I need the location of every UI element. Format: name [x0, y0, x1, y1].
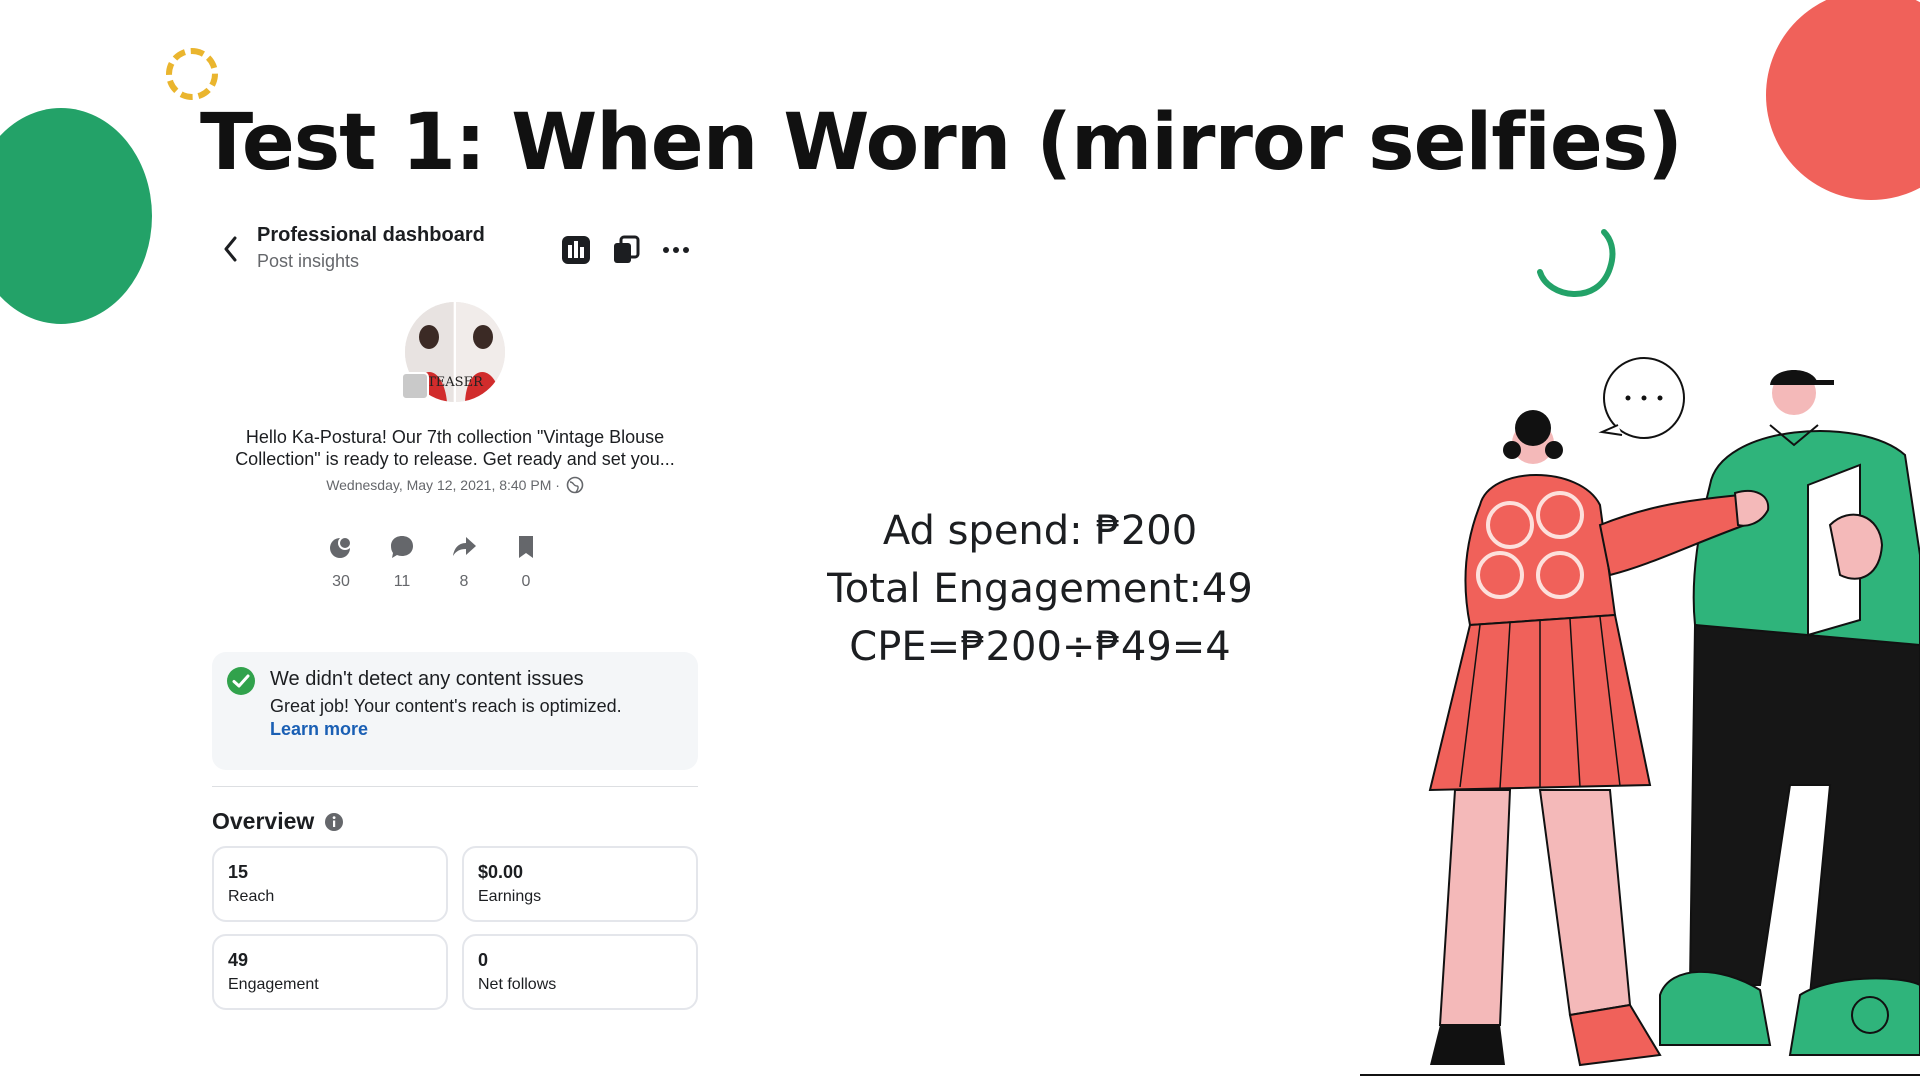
stat-reactions-value: 30: [332, 573, 350, 590]
post-caption: Hello Ka-Postura! Our 7th collection "Vi…: [210, 426, 700, 470]
engagement-value: 49: [228, 950, 249, 970]
stat-shares: 8: [434, 534, 494, 591]
bookmark-icon: [519, 536, 533, 558]
overview-card-earnings[interactable]: $0.00 Earnings: [462, 846, 698, 922]
back-chevron-icon[interactable]: [214, 232, 248, 266]
overview-card-reach[interactable]: 15 Reach: [212, 846, 448, 922]
info-icon[interactable]: [324, 812, 344, 832]
overview-heading: Overview: [212, 808, 344, 835]
notice-title: We didn't detect any content issues: [270, 668, 584, 690]
stat-reactions: 30: [311, 534, 371, 591]
video-badge-icon: [401, 372, 429, 400]
stat-shares-value: 8: [459, 573, 469, 590]
stat-comments: 11: [372, 534, 432, 591]
globe-icon: [566, 476, 584, 494]
stat-comments-value: 11: [393, 573, 411, 590]
reactions-icon: [330, 536, 352, 558]
post-caption-line-2: Collection" is ready to release. Get rea…: [235, 449, 675, 469]
content-issues-notice: We didn't detect any content issues Grea…: [212, 652, 698, 770]
speech-bubble-icon: [1598, 357, 1685, 439]
overview-card-net-follows[interactable]: 0 Net follows: [462, 934, 698, 1010]
bar-chart-icon[interactable]: [559, 233, 593, 267]
post-date: Wednesday, May 12, 2021, 8:40 PM ·: [210, 476, 700, 494]
red-circle-decoration: [1766, 0, 1920, 200]
ad-metrics: Ad spend: ₱200 Total Engagement:49 CPE=₱…: [770, 502, 1310, 676]
duplicate-icon[interactable]: [609, 233, 643, 267]
earnings-value: $0.00: [478, 862, 524, 882]
overview-card-engagement[interactable]: 49 Engagement: [212, 934, 448, 1010]
overview-title-text: Overview: [212, 808, 315, 834]
header-title: Professional dashboard: [257, 224, 485, 246]
slide-title: Test 1: When Worn (mirror selfies): [200, 98, 1683, 188]
cpe-formula-text: CPE=₱200÷₱49=4: [849, 624, 1231, 670]
reach-label: Reach: [228, 888, 275, 905]
total-engagement-text: Total Engagement:49: [827, 566, 1253, 612]
share-icon: [453, 537, 476, 556]
post-date-text: Wednesday, May 12, 2021, 8:40 PM ·: [326, 477, 560, 493]
post-caption-line-1: Hello Ka-Postura! Our 7th collection "Vi…: [245, 427, 665, 447]
header-subtitle: Post insights: [257, 251, 360, 271]
people-illustration: [1360, 357, 1920, 1076]
reach-value: 15: [228, 862, 249, 882]
stat-saves: 0: [496, 534, 556, 591]
yellow-dashed-ring-decoration: [166, 48, 218, 100]
stat-saves-value: 0: [521, 573, 531, 590]
section-divider: [212, 786, 698, 787]
comment-icon: [391, 536, 413, 558]
check-circle-icon: [227, 667, 255, 695]
green-circle-decoration: [0, 108, 152, 324]
net-follows-label: Net follows: [478, 976, 557, 993]
engagement-label: Engagement: [228, 976, 319, 993]
learn-more-link[interactable]: Learn more: [270, 719, 368, 740]
net-follows-value: 0: [478, 950, 489, 970]
more-options-icon[interactable]: [659, 233, 693, 267]
man-figure: [1659, 370, 1920, 1056]
svg-text:TEASER: TEASER: [427, 375, 484, 390]
post-insights-panel: Professional dashboard Post insights TEA…: [200, 210, 710, 1030]
earnings-label: Earnings: [478, 888, 542, 905]
notice-body: Great job! Your content's reach is optim…: [270, 696, 622, 716]
ad-spend-text: Ad spend: ₱200: [882, 508, 1198, 554]
